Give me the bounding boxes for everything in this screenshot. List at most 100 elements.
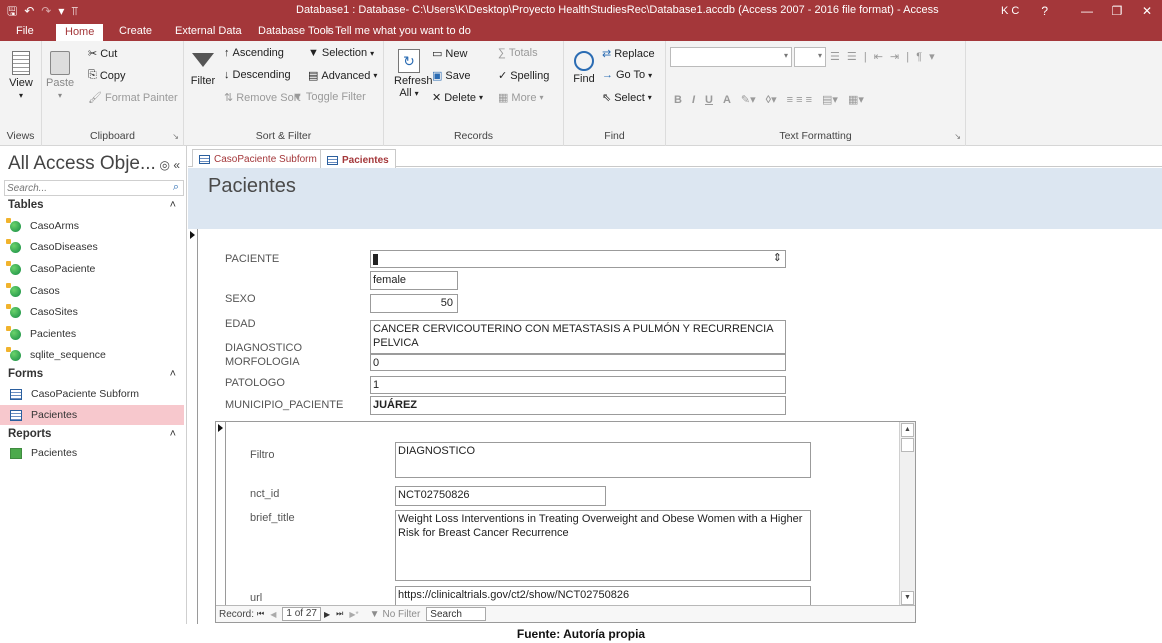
gridlines-icon[interactable]: ▤▾ bbox=[822, 93, 838, 106]
nav-section-tables[interactable]: Tables ˄ bbox=[8, 199, 180, 211]
font-size-combo[interactable]: ▾ bbox=[794, 47, 826, 67]
record-selector[interactable] bbox=[188, 229, 198, 633]
nav-item-casodiseases[interactable]: CasoDiseases bbox=[0, 237, 184, 257]
view-button[interactable]: View ▾ bbox=[8, 51, 34, 101]
paciente-combo[interactable]: 8 ⇕ bbox=[370, 250, 786, 268]
next-record-icon[interactable]: ▶ bbox=[324, 610, 330, 619]
nav-item-casos[interactable]: Casos bbox=[0, 281, 184, 301]
nav-item-pacientes-form[interactable]: Pacientes bbox=[0, 405, 184, 425]
save-record-button[interactable]: ▣ Save bbox=[432, 69, 470, 83]
toggle-filter-button[interactable]: ▼ Toggle Filter bbox=[292, 91, 366, 103]
paste-button[interactable]: Paste ▾ bbox=[46, 51, 74, 101]
close-icon[interactable]: ✕ bbox=[1132, 4, 1162, 18]
filter-button[interactable]: Filter bbox=[190, 53, 216, 87]
italic-button[interactable]: I bbox=[692, 94, 695, 106]
goto-button[interactable]: → Go To ▾ bbox=[602, 69, 652, 81]
doc-tab-casopaciente-subform[interactable]: CasoPaciente Subform bbox=[192, 149, 324, 167]
bold-button[interactable]: B bbox=[674, 94, 682, 106]
new-record-nav-icon[interactable]: ▶* bbox=[349, 610, 358, 619]
ascending-button[interactable]: ↑ Ascending bbox=[224, 47, 284, 59]
minimize-icon[interactable]: — bbox=[1072, 4, 1102, 18]
url-field[interactable]: https://clinicaltrials.gov/ct2/show/NCT0… bbox=[395, 586, 811, 606]
sexo-field[interactable]: female bbox=[370, 271, 458, 290]
nav-item-pacientes-table[interactable]: Pacientes bbox=[0, 324, 184, 344]
font-color-button[interactable]: A bbox=[723, 94, 731, 106]
scroll-up-icon[interactable]: ▲ bbox=[901, 423, 914, 437]
advanced-button[interactable]: ▤ Advanced ▾ bbox=[308, 69, 377, 83]
replace-button[interactable]: ⇄ Replace bbox=[602, 47, 655, 61]
alternate-row-icon[interactable]: ▦▾ bbox=[848, 93, 864, 106]
nav-section-forms[interactable]: Forms ˄ bbox=[8, 368, 180, 380]
tab-database-tools[interactable]: Database Tools bbox=[258, 25, 334, 37]
tab-create[interactable]: Create bbox=[119, 25, 152, 37]
remove-sort-button[interactable]: ⇅ Remove Sort bbox=[224, 91, 300, 105]
fill-color-icon[interactable]: ◊▾ bbox=[766, 93, 777, 106]
totals-button[interactable]: ∑ Totals bbox=[498, 47, 538, 59]
spinner-icon[interactable]: ⇕ bbox=[773, 251, 782, 265]
window-title: Database1 : Database- C:\Users\K\Desktop… bbox=[296, 4, 939, 16]
nav-item-casosites[interactable]: CasoSites bbox=[0, 302, 184, 322]
last-record-icon[interactable]: ⏭ bbox=[336, 609, 343, 619]
cut-button[interactable]: ✂ Cut bbox=[88, 47, 117, 61]
brief-title-field[interactable]: Weight Loss Interventions in Treating Ov… bbox=[395, 510, 811, 581]
previous-record-icon[interactable]: ◀ bbox=[270, 610, 276, 619]
find-button[interactable]: Find bbox=[570, 51, 598, 85]
edad-field[interactable]: 50 bbox=[370, 294, 458, 313]
list-indent-controls[interactable]: ☰ ☰ | ⇤ ⇥ | ¶ ▾ bbox=[830, 50, 937, 63]
nav-item-sqlite-sequence[interactable]: sqlite_sequence bbox=[0, 345, 184, 365]
format-painter-button[interactable]: 🖌 Format Painter bbox=[88, 91, 178, 105]
subform-scrollbar[interactable]: ▲ ▼ bbox=[899, 422, 915, 606]
label-brief-title: brief_title bbox=[250, 512, 295, 524]
touch-mode-icon[interactable]: ▾ bbox=[58, 5, 64, 17]
nav-item-casopaciente-subform[interactable]: CasoPaciente Subform bbox=[0, 384, 184, 404]
undo-icon[interactable]: ↶ bbox=[24, 5, 34, 17]
nct-id-field[interactable]: NCT02750826 bbox=[395, 486, 606, 506]
tab-file[interactable]: File bbox=[16, 25, 34, 37]
nav-title[interactable]: All Access Obje... bbox=[8, 153, 156, 175]
text-formatting-launcher-icon[interactable]: ↘ bbox=[954, 132, 961, 141]
customize-toolbar-icon[interactable]: ⫪ bbox=[71, 5, 78, 17]
tab-home[interactable]: Home bbox=[56, 24, 104, 41]
scroll-down-icon[interactable]: ▼ bbox=[901, 591, 914, 605]
highlight-icon[interactable]: ✎▾ bbox=[741, 93, 756, 106]
underline-button[interactable]: U bbox=[705, 94, 713, 106]
patologo-field[interactable]: 1 bbox=[370, 376, 786, 394]
user-initials[interactable]: K C bbox=[1001, 5, 1019, 17]
nav-search-input[interactable] bbox=[5, 181, 155, 195]
scroll-thumb[interactable] bbox=[901, 438, 914, 452]
subform-record-selector[interactable] bbox=[216, 422, 226, 606]
nav-item-casoarms[interactable]: CasoArms bbox=[0, 216, 184, 236]
select-button[interactable]: ⇖ Select ▾ bbox=[602, 91, 652, 105]
nav-menu-icon[interactable]: ◎ « bbox=[160, 158, 180, 172]
help-button[interactable]: ? bbox=[1041, 4, 1048, 18]
new-record-button[interactable]: ▭ New bbox=[432, 47, 467, 61]
nav-section-reports[interactable]: Reports ˄ bbox=[8, 428, 180, 440]
doc-tab-pacientes[interactable]: Pacientes bbox=[320, 149, 396, 168]
more-button[interactable]: ▦ More ▾ bbox=[498, 91, 543, 105]
delete-record-button[interactable]: ✕ Delete ▾ bbox=[432, 91, 483, 105]
first-record-icon[interactable]: ⏮ bbox=[257, 609, 264, 619]
copy-button[interactable]: ⎘ Copy bbox=[88, 69, 126, 82]
nav-item-pacientes-report[interactable]: Pacientes bbox=[0, 443, 184, 463]
restore-icon[interactable]: ❐ bbox=[1102, 4, 1132, 18]
redo-icon[interactable]: ↷ bbox=[41, 5, 51, 17]
record-search-input[interactable] bbox=[426, 607, 487, 621]
save-icon[interactable]: 🖫 bbox=[7, 5, 17, 17]
descending-button[interactable]: ↓ Descending bbox=[224, 69, 291, 81]
morfologia-field[interactable]: 0 bbox=[370, 354, 786, 371]
selection-button[interactable]: ▼ Selection ▾ bbox=[308, 47, 374, 59]
font-name-combo[interactable]: ▾ bbox=[670, 47, 792, 67]
label-paciente: PACIENTE bbox=[225, 253, 280, 265]
no-filter-button[interactable]: ▼ No Filter bbox=[370, 609, 421, 620]
tell-me-box[interactable]: ♀ Tell me what you want to do bbox=[324, 25, 471, 37]
record-position-input[interactable]: 1 of 27 bbox=[282, 607, 321, 621]
spelling-button[interactable]: ✓ Spelling bbox=[498, 69, 549, 83]
align-icons[interactable]: ≡ ≡ ≡ bbox=[787, 94, 812, 106]
clipboard-launcher-icon[interactable]: ↘ bbox=[172, 132, 179, 141]
nav-item-casopaciente[interactable]: CasoPaciente bbox=[0, 259, 184, 279]
tab-external-data[interactable]: External Data bbox=[175, 25, 242, 37]
refresh-all-button[interactable]: ↻ Refresh All ▾ bbox=[394, 49, 433, 99]
diagnostico-field[interactable]: CANCER CERVICOUTERINO CON METASTASIS A P… bbox=[370, 320, 786, 354]
municipio-field[interactable]: JUÁREZ bbox=[370, 396, 786, 415]
filtro-field[interactable]: DIAGNOSTICO bbox=[395, 442, 811, 478]
